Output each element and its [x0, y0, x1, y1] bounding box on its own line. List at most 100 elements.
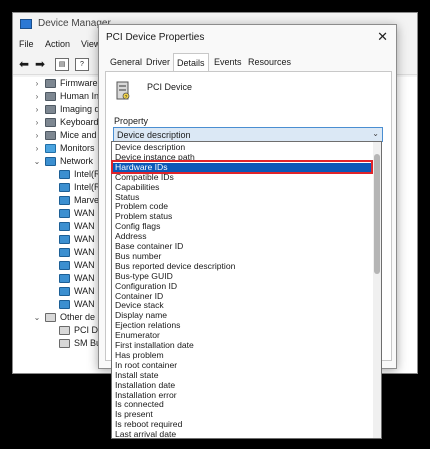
- tree-item-label: WAN: [74, 260, 95, 270]
- menu-file[interactable]: File: [19, 39, 34, 49]
- tree-item-label: Mice and: [60, 130, 97, 140]
- tree-item-label: SM Bu: [74, 338, 102, 348]
- dropdown-option[interactable]: Device description: [112, 143, 374, 153]
- tree-item-label: Monitors: [60, 143, 95, 153]
- dropdown-option[interactable]: Is connected: [112, 400, 374, 410]
- network-adapter-icon: [59, 248, 70, 257]
- dropdown-option[interactable]: Last arrival date: [112, 430, 374, 438]
- tab-driver[interactable]: Driver: [143, 55, 173, 71]
- property-dropdown-value: Device description: [117, 130, 191, 140]
- tree-item-label: WAN: [74, 273, 95, 283]
- tree-item-label: WAN: [74, 221, 95, 231]
- chevron-right-icon[interactable]: ›: [33, 129, 41, 142]
- tab-general[interactable]: General: [107, 55, 145, 71]
- dialog-title: PCI Device Properties: [106, 32, 205, 43]
- tree-item-label: WAN: [74, 286, 95, 296]
- tree-item-label: Other de: [60, 312, 96, 322]
- network-icon: [45, 157, 56, 166]
- chevron-down-icon[interactable]: ⌄: [372, 129, 379, 138]
- mouse-icon: [45, 131, 56, 140]
- dropdown-option[interactable]: Problem code: [112, 202, 374, 212]
- dropdown-option[interactable]: Is present: [112, 410, 374, 420]
- network-adapter-icon: [59, 170, 70, 179]
- chevron-right-icon[interactable]: ›: [33, 116, 41, 129]
- network-adapter-icon: [59, 196, 70, 205]
- properties-icon[interactable]: ▤: [55, 58, 69, 71]
- tab-resources[interactable]: Resources: [245, 55, 294, 71]
- dropdown-option[interactable]: Problem status: [112, 212, 374, 222]
- tree-item-label: Marve: [74, 195, 100, 205]
- dropdown-option[interactable]: Ejection relations: [112, 321, 374, 331]
- property-dropdown[interactable]: Device description ⌄: [113, 127, 383, 142]
- dropdown-option[interactable]: Status: [112, 193, 374, 203]
- dropdown-option[interactable]: Installation date: [112, 381, 374, 391]
- camera-icon: [45, 105, 56, 114]
- tree-item-label: Human In: [60, 91, 100, 101]
- dropdown-option[interactable]: Is reboot required: [112, 420, 374, 430]
- dropdown-option[interactable]: In root container: [112, 361, 374, 371]
- chevron-right-icon[interactable]: ›: [33, 142, 41, 155]
- highlight-box: [111, 160, 373, 174]
- tree-item-label: WAN: [74, 247, 95, 257]
- help-icon[interactable]: ?: [75, 58, 89, 71]
- network-adapter-icon: [59, 235, 70, 244]
- tree-item-label: Intel(R: [74, 169, 101, 179]
- dropdown-scrollbar[interactable]: [373, 142, 381, 438]
- keyboard-icon: [45, 118, 56, 127]
- dropdown-option[interactable]: Display name: [112, 311, 374, 321]
- tree-item-label: WAN: [74, 234, 95, 244]
- dropdown-option[interactable]: Install state: [112, 371, 374, 381]
- chevron-right-icon[interactable]: ›: [33, 103, 41, 116]
- dropdown-option[interactable]: Base container ID: [112, 242, 374, 252]
- dropdown-option[interactable]: Has problem: [112, 351, 374, 361]
- property-label: Property: [114, 116, 149, 126]
- dropdown-option[interactable]: Config flags: [112, 222, 374, 232]
- dropdown-scrollbar-thumb[interactable]: [374, 154, 380, 274]
- tree-item-label: WAN: [74, 208, 95, 218]
- property-dropdown-list: Device description Device instance path Ha…: [111, 141, 382, 439]
- network-adapter-icon: [59, 287, 70, 296]
- dropdown-option[interactable]: First installation date: [112, 341, 374, 351]
- tree-item-label: Intel(R: [74, 182, 101, 192]
- dropdown-option[interactable]: Installation error: [112, 391, 374, 401]
- menu-action[interactable]: Action: [45, 39, 70, 49]
- tab-events[interactable]: Events: [211, 55, 245, 71]
- dropdown-option[interactable]: Address: [112, 232, 374, 242]
- dropdown-option[interactable]: Bus reported device description: [112, 262, 374, 272]
- chevron-down-icon[interactable]: ⌄: [33, 311, 41, 324]
- dropdown-option[interactable]: Bus-type GUID: [112, 272, 374, 282]
- tree-item-label: Firmware: [60, 78, 98, 88]
- dropdown-option[interactable]: Compatible IDs: [112, 173, 374, 183]
- network-adapter-icon: [59, 222, 70, 231]
- unknown-device-icon: [59, 339, 70, 348]
- back-arrow-icon[interactable]: ⬅: [17, 58, 31, 71]
- tree-item-label: Keyboard: [60, 117, 99, 127]
- close-icon[interactable]: ✕: [377, 29, 388, 45]
- dropdown-option[interactable]: Bus number: [112, 252, 374, 262]
- forward-arrow-icon[interactable]: ➡: [33, 58, 47, 71]
- dropdown-option[interactable]: Container ID: [112, 292, 374, 302]
- chevron-down-icon[interactable]: ⌄: [33, 155, 41, 168]
- device-manager-app-icon: [20, 19, 32, 29]
- device-name: PCI Device: [147, 82, 193, 92]
- tab-details[interactable]: Details: [173, 53, 209, 71]
- dropdown-option[interactable]: Configuration ID: [112, 282, 374, 292]
- monitor-icon: [45, 144, 56, 153]
- network-adapter-icon: [59, 274, 70, 283]
- hid-icon: [45, 92, 56, 101]
- network-adapter-icon: [59, 183, 70, 192]
- dropdown-option[interactable]: Capabilities: [112, 183, 374, 193]
- chevron-right-icon[interactable]: ›: [33, 90, 41, 103]
- network-adapter-icon: [59, 261, 70, 270]
- firmware-icon: [45, 79, 56, 88]
- dropdown-option[interactable]: Device stack: [112, 301, 374, 311]
- unknown-device-icon: [59, 326, 70, 335]
- dropdown-option[interactable]: Enumerator: [112, 331, 374, 341]
- tree-item-label: WAN: [74, 299, 95, 309]
- other-devices-icon: [45, 313, 56, 322]
- chevron-right-icon[interactable]: ›: [33, 77, 41, 90]
- network-adapter-icon: [59, 300, 70, 309]
- tree-item-label: Network: [60, 156, 94, 166]
- tree-item-label: Imaging d: [60, 104, 100, 114]
- network-adapter-icon: [59, 209, 70, 218]
